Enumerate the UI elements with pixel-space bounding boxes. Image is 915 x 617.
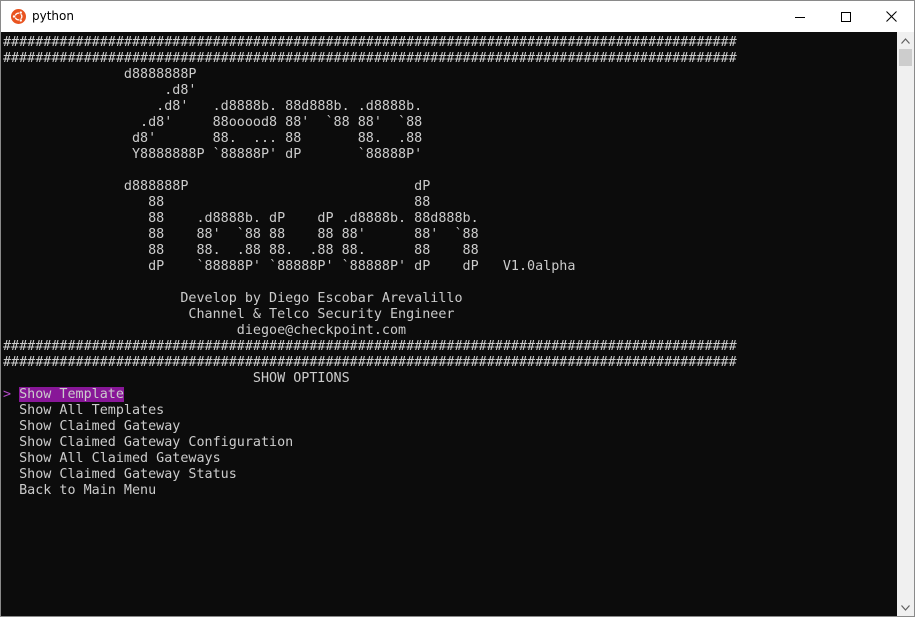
banner-line (3, 275, 737, 291)
menu-item-show-all-templates[interactable]: Show All Templates (3, 403, 737, 419)
minimize-button[interactable] (777, 1, 823, 32)
ubuntu-logo-icon (11, 9, 26, 24)
chevron-up-icon (901, 37, 910, 44)
maximize-icon (841, 11, 851, 22)
scroll-up-button[interactable] (897, 32, 914, 49)
menu-item-label: Show Template (19, 387, 124, 402)
menu-item-label: Back to Main Menu (19, 483, 157, 498)
close-icon (885, 11, 897, 22)
banner-line: dP `88888P' `88888P' `88888P' dP dP V1.0… (3, 259, 576, 274)
python-console-window: python #################################… (0, 0, 915, 617)
banner-line: d8' 88. ... 88 88. .88 (3, 131, 423, 146)
banner-line: ########################################… (3, 35, 737, 50)
menu-item-show-claimed-gateway-status[interactable]: Show Claimed Gateway Status (3, 467, 737, 483)
credit-email: diegoe@checkpoint.com (3, 323, 407, 338)
banner-line: .d8' 88ooood8 88' `88 88' `88 (3, 115, 423, 130)
banner-line: 88 88. .88 88. .88 88. 88 88 (3, 243, 479, 258)
banner-line: d8888888P (3, 67, 197, 82)
menu-item-label: Show All Claimed Gateways (19, 451, 221, 466)
selection-cursor: > (3, 387, 12, 402)
banner-line: ########################################… (3, 51, 737, 66)
window-title: python (32, 9, 74, 23)
banner-line: 88 .d8888b. dP dP .d8888b. 88d888b. (3, 211, 479, 226)
vertical-scrollbar[interactable] (897, 32, 914, 616)
menu-item-label: Show Claimed Gateway Configuration (19, 435, 294, 450)
menu-item-back-to-main-menu[interactable]: Back to Main Menu (3, 483, 737, 499)
scroll-down-button[interactable] (897, 599, 914, 616)
banner-line: d888888P dP (3, 179, 431, 194)
banner-line: ########################################… (3, 355, 737, 370)
menu-item-label: Show All Templates (19, 403, 165, 418)
banner-line (3, 163, 737, 179)
banner-line: 88 88' `88 88 88 88' 88' `88 (3, 227, 479, 242)
menu-item-show-template[interactable]: > Show Template (3, 387, 737, 403)
title-bar[interactable]: python (1, 1, 914, 32)
chevron-down-icon (901, 604, 910, 611)
banner-line: 88 88 (3, 195, 431, 210)
console-output[interactable]: ########################################… (1, 32, 897, 616)
banner-line: ########################################… (3, 339, 737, 354)
maximize-button[interactable] (823, 1, 869, 32)
section-heading: SHOW OPTIONS (3, 371, 350, 386)
console-screen: ########################################… (3, 35, 737, 499)
menu-item-label: Show Claimed Gateway (19, 419, 181, 434)
close-button[interactable] (868, 1, 914, 32)
banner-line: .d8' (3, 83, 197, 98)
credit-role: Channel & Telco Security Engineer (3, 307, 455, 322)
menu-item-show-claimed-gateway[interactable]: Show Claimed Gateway (3, 419, 737, 435)
banner-line: .d8' .d8888b. 88d888b. .d8888b. (3, 99, 423, 114)
minimize-icon (795, 16, 805, 18)
menu-item-show-all-claimed-gateways[interactable]: Show All Claimed Gateways (3, 451, 737, 467)
credit-author: Develop by Diego Escobar Arevalillo (3, 291, 463, 306)
banner-line: Y8888888P `88888P' dP `88888P' (3, 147, 423, 162)
menu-item-label: Show Claimed Gateway Status (19, 467, 237, 482)
menu-item-show-claimed-gateway-configuration[interactable]: Show Claimed Gateway Configuration (3, 435, 737, 451)
scrollbar-thumb[interactable] (899, 49, 912, 66)
